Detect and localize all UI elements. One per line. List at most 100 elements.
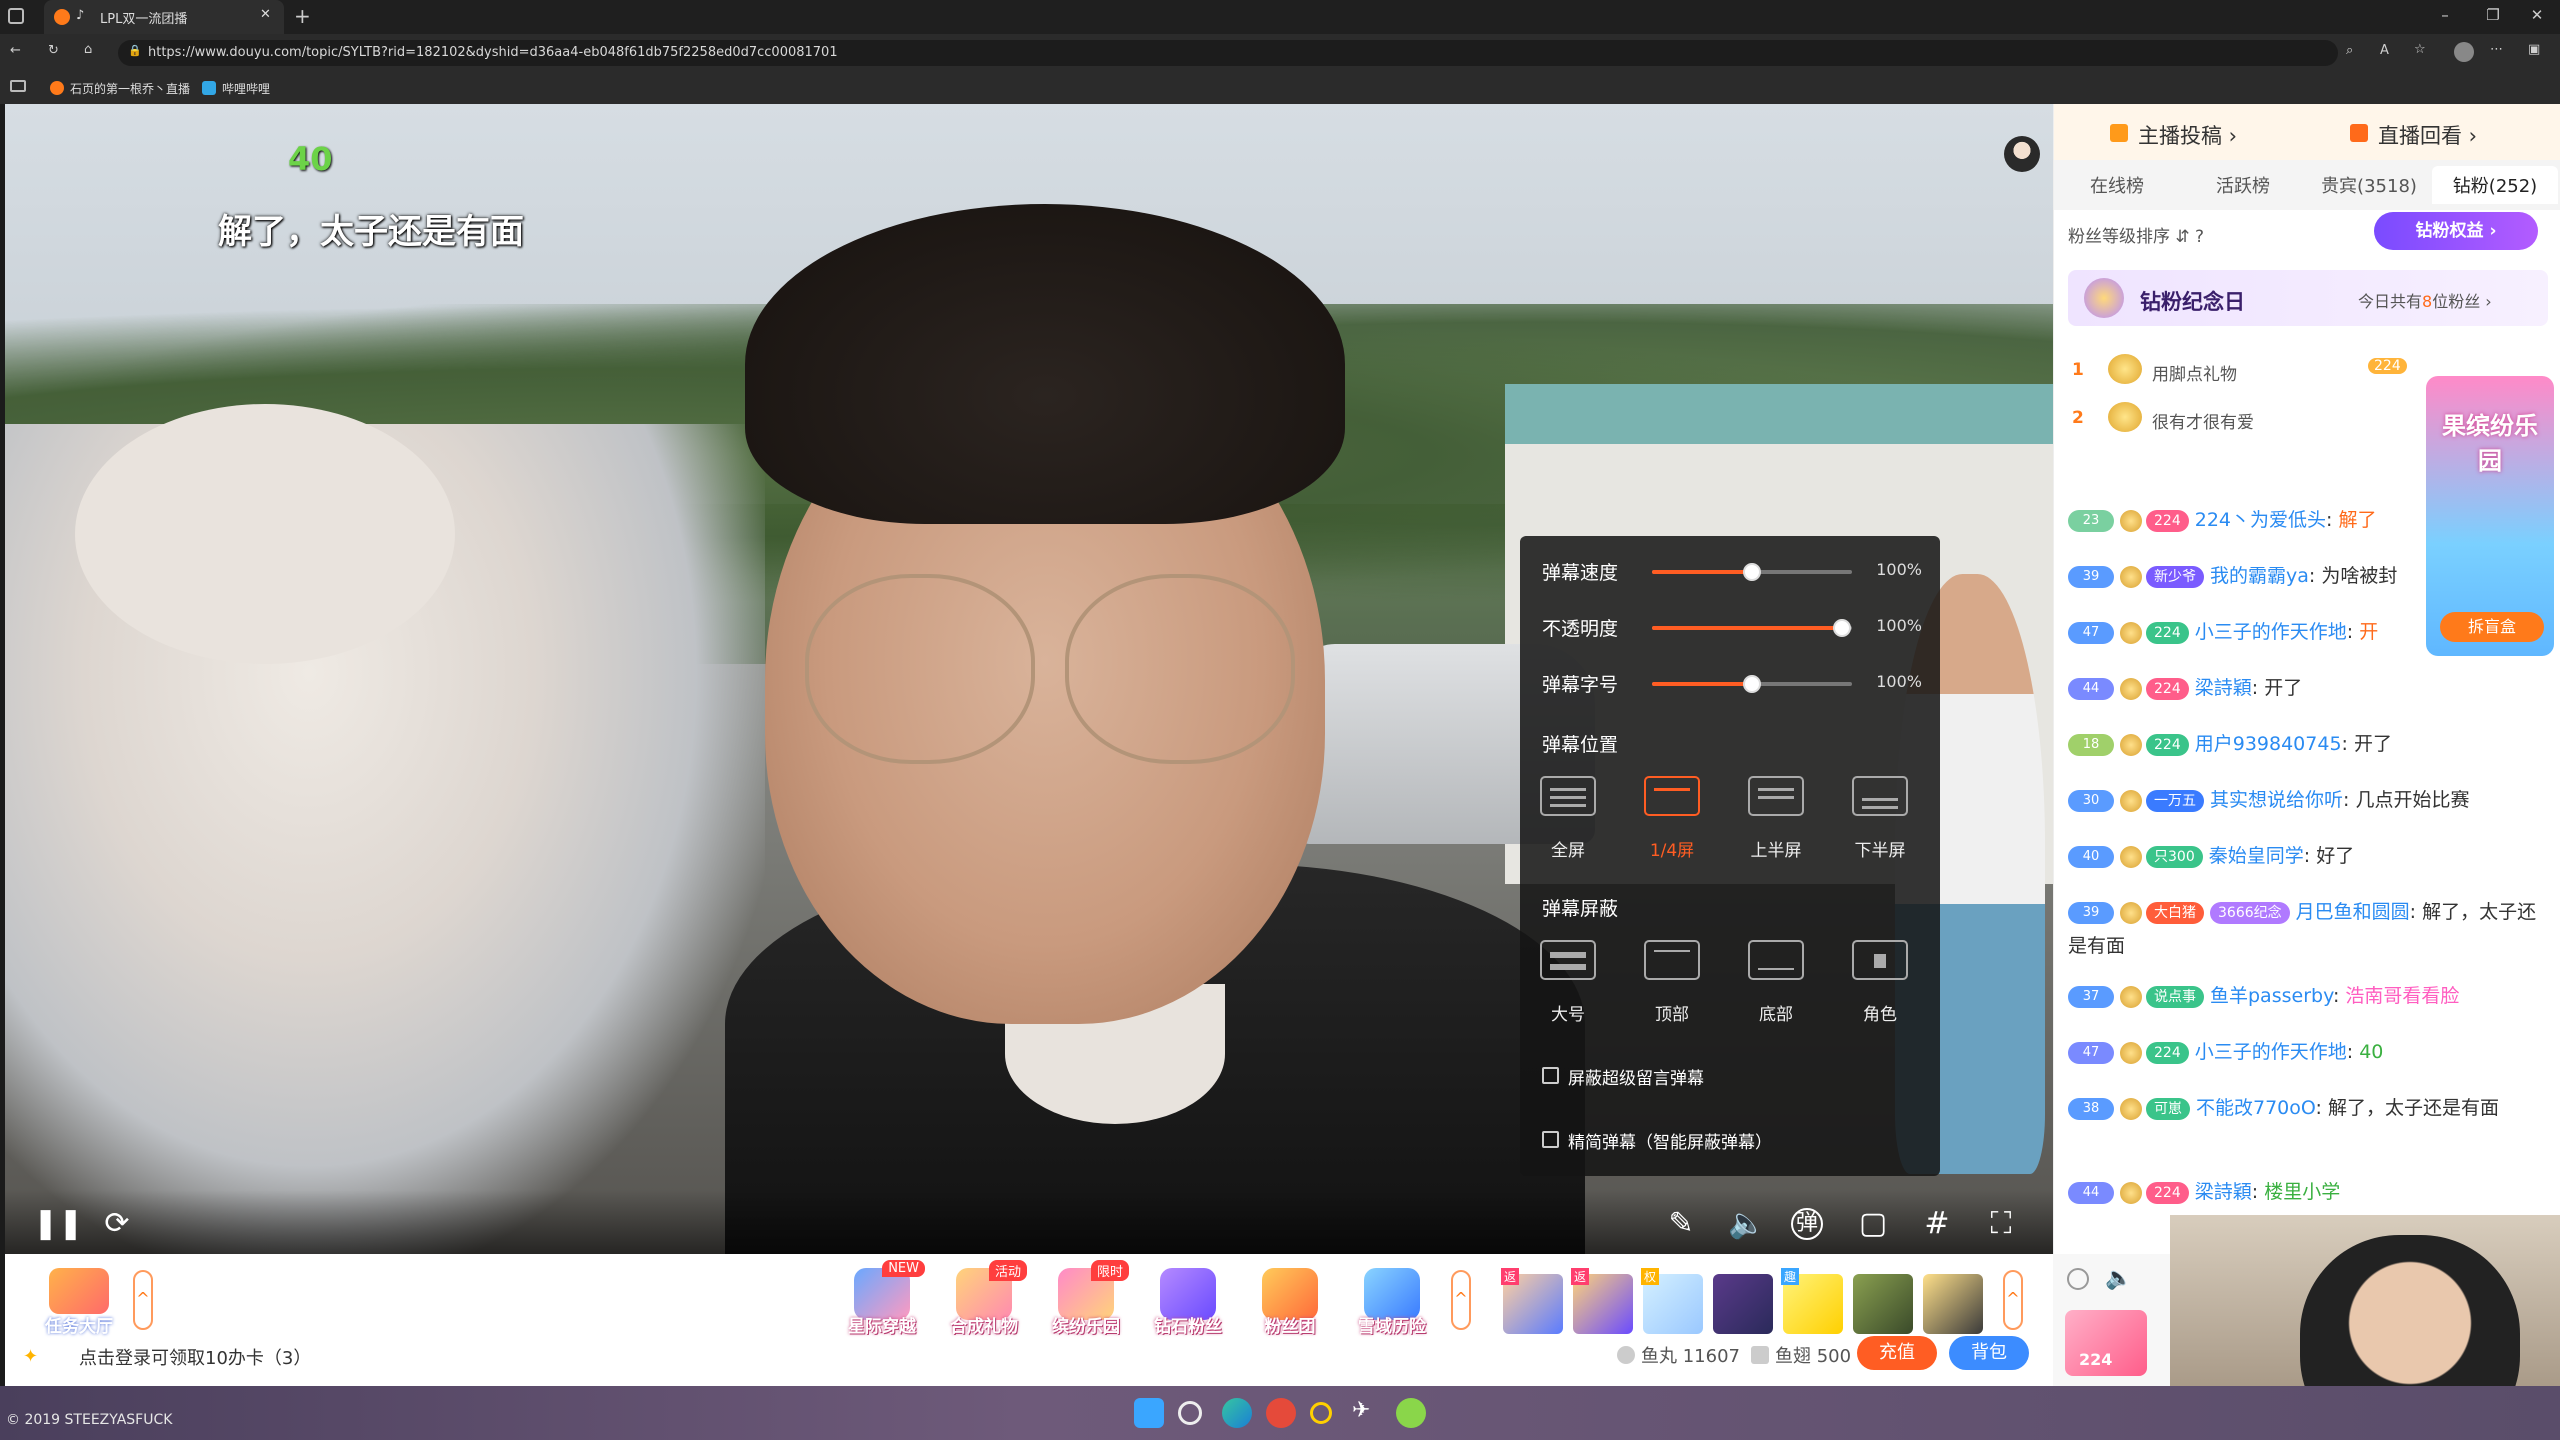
- chat-username[interactable]: 用户939840745: [2195, 733, 2342, 755]
- expand-right-icon[interactable]: ^: [2003, 1270, 2023, 1330]
- rank-row[interactable]: 1 用脚点礼物 224: [2068, 350, 2428, 390]
- home-icon[interactable]: ⌂: [84, 42, 92, 57]
- gift-fan-club[interactable]: 粉丝团: [1245, 1268, 1335, 1338]
- slider-knob[interactable]: [1743, 563, 1761, 581]
- maximize-button[interactable]: ❐: [2478, 6, 2508, 24]
- more-menu-icon[interactable]: ⋯: [2490, 42, 2503, 57]
- block-top-option[interactable]: [1644, 940, 1700, 980]
- tab-vip[interactable]: 贵宾(3518): [2306, 172, 2432, 198]
- block-super-message-checkbox[interactable]: 屏蔽超级留言弹幕: [1542, 1064, 1922, 1089]
- bag-button[interactable]: 背包: [1949, 1336, 2029, 1370]
- minimize-button[interactable]: –: [2430, 6, 2460, 24]
- start-icon[interactable]: [1134, 1398, 1164, 1428]
- search-icon[interactable]: [1178, 1401, 1202, 1425]
- slider-track[interactable]: [1652, 675, 1852, 693]
- expand-left-icon[interactable]: ^: [133, 1270, 153, 1330]
- chat-username[interactable]: 鱼羊passerby: [2210, 985, 2333, 1007]
- block-role-option[interactable]: [1852, 940, 1908, 980]
- expand-gifts-icon[interactable]: ^: [1451, 1270, 1471, 1330]
- chat-username[interactable]: 梁詩穎: [2195, 1181, 2252, 1203]
- profile-icon[interactable]: [2454, 42, 2474, 62]
- volume-icon[interactable]: 🔈: [1727, 1204, 1767, 1244]
- edit-danmaku-icon[interactable]: ✎: [1661, 1204, 1701, 1244]
- chat-message[interactable]: 44 224 梁詩穎: 楼里小学: [2068, 1175, 2552, 1209]
- gift-item-helmet[interactable]: [1923, 1274, 1983, 1334]
- position-quarter-option[interactable]: [1644, 776, 1700, 816]
- gift-diamond-fan[interactable]: 钻石粉丝: [1143, 1268, 1233, 1338]
- fullscreen-icon[interactable]: ⛶: [1981, 1204, 2021, 1244]
- position-fullscreen-option[interactable]: [1540, 776, 1596, 816]
- gift-paradise[interactable]: 缤纷乐园 限时: [1041, 1260, 1131, 1338]
- block-bottom-option[interactable]: [1748, 940, 1804, 980]
- chat-message[interactable]: 40 只300 秦始皇同学: 好了: [2068, 839, 2552, 873]
- chat-username[interactable]: 我的霸霸ya: [2210, 565, 2309, 587]
- slider-knob[interactable]: [1833, 619, 1851, 637]
- tab-close-icon[interactable]: ✕: [260, 7, 271, 22]
- grid-icon[interactable]: #: [1917, 1204, 1957, 1244]
- diamond-benefits-button[interactable]: 钻粉权益 ›: [2374, 212, 2538, 250]
- slider-track[interactable]: [1652, 619, 1852, 637]
- chat-message[interactable]: 39 大白猪 3666纪念 月巴鱼和圆圆: 解了，太子还是有面: [2068, 895, 2552, 963]
- chat-message[interactable]: 37 说点事 鱼羊passerby: 浩南哥看看脸: [2068, 979, 2552, 1013]
- checkbox-box[interactable]: [1542, 1067, 1559, 1084]
- chat-message[interactable]: 44 224 梁詩穎: 开了: [2068, 671, 2552, 705]
- danmaku-toggle-icon[interactable]: 弹: [1791, 1208, 1823, 1240]
- replay-link[interactable]: 直播回看 ›: [2378, 120, 2477, 150]
- tab-active[interactable]: 活跃榜: [2180, 172, 2306, 198]
- simplify-danmaku-checkbox[interactable]: 精简弹幕（智能屏蔽弹幕）: [1542, 1128, 1922, 1153]
- task-hall-button[interactable]: 任务大厅: [29, 1268, 129, 1338]
- zoom-icon[interactable]: ⌕: [2346, 43, 2353, 58]
- audio-icon[interactable]: ♪: [76, 8, 84, 23]
- refresh-stream-icon[interactable]: ⟳: [97, 1204, 137, 1244]
- pause-icon[interactable]: ❚❚: [33, 1204, 83, 1244]
- app-icon-red[interactable]: [1266, 1398, 1296, 1428]
- read-aloud-icon[interactable]: A: [2380, 43, 2389, 58]
- window-mode-icon[interactable]: ▢: [1853, 1204, 1893, 1244]
- gift-snow-adventure[interactable]: 雪域历险: [1347, 1268, 1437, 1338]
- position-bottom-half-option[interactable]: [1852, 776, 1908, 816]
- chat-username[interactable]: 秦始皇同学: [2209, 845, 2304, 867]
- gift-item-medal[interactable]: [1853, 1274, 1913, 1334]
- chat-username[interactable]: 梁詩穎: [2195, 677, 2252, 699]
- block-large-option[interactable]: [1540, 940, 1596, 980]
- fan-rank-sort[interactable]: 粉丝等级排序 ⇵ ?: [2068, 222, 2204, 247]
- chat-username[interactable]: 月巴鱼和圆圆: [2296, 901, 2410, 923]
- new-tab-button[interactable]: +: [294, 4, 311, 28]
- app-icon-green[interactable]: [1396, 1398, 1426, 1428]
- tab-diamond-fans[interactable]: 钻粉(252): [2432, 166, 2558, 204]
- app-icon-plane[interactable]: ✈: [1352, 1398, 1382, 1428]
- gift-interstellar[interactable]: 星际穿越 NEW: [837, 1260, 927, 1338]
- chat-message[interactable]: 47 224 小三子的作天作地: 40: [2068, 1035, 2552, 1069]
- url-field[interactable]: https://www.douyu.com/topic/SYLTB?rid=18…: [118, 40, 2338, 66]
- rank-row[interactable]: 2 很有才很有爱: [2068, 398, 2428, 438]
- favorite-star-icon[interactable]: ☆: [2414, 42, 2426, 57]
- back-icon[interactable]: ←: [10, 43, 21, 58]
- tab-online[interactable]: 在线榜: [2054, 172, 2180, 198]
- sound-icon[interactable]: 🔈: [2105, 1266, 2132, 1291]
- sidebar-toggle-icon[interactable]: ▣: [2528, 42, 2540, 57]
- open-blind-box-button[interactable]: 拆盲盒: [2440, 612, 2544, 642]
- checkbox-box[interactable]: [1542, 1131, 1559, 1148]
- chat-message[interactable]: 18 224 用户939840745: 开了: [2068, 727, 2552, 761]
- slider-knob[interactable]: [1743, 675, 1761, 693]
- close-window-button[interactable]: ✕: [2522, 6, 2552, 24]
- chat-username[interactable]: 不能改770oO: [2196, 1097, 2316, 1119]
- slider-track[interactable]: [1652, 563, 1852, 581]
- chat-message[interactable]: 38 可崽 不能改770oO: 解了，太子还是有面: [2068, 1091, 2552, 1125]
- favorite-link-1[interactable]: 石页的第一根乔丶直播: [70, 80, 190, 97]
- gift-item-card[interactable]: [1713, 1274, 1773, 1334]
- chat-username[interactable]: 224丶为爱低头: [2195, 509, 2326, 531]
- chat-username[interactable]: 小三子的作天作地: [2195, 1041, 2347, 1063]
- chat-username[interactable]: 小三子的作天作地: [2195, 621, 2347, 643]
- slider-opacity[interactable]: 不透明度 100%: [1542, 612, 1922, 642]
- edge-browser-icon[interactable]: [1222, 1398, 1252, 1428]
- position-top-half-option[interactable]: [1748, 776, 1804, 816]
- app-icon-circle[interactable]: [1310, 1402, 1332, 1424]
- slider-font-size[interactable]: 弹幕字号 100%: [1542, 668, 1922, 698]
- window-menu-icon[interactable]: [8, 8, 24, 24]
- refresh-icon[interactable]: ↻: [48, 43, 59, 58]
- streamer-avatar[interactable]: [2004, 136, 2040, 172]
- emoji-icon[interactable]: [2067, 1268, 2089, 1290]
- reading-list-icon[interactable]: [10, 80, 26, 92]
- slider-speed[interactable]: 弹幕速度 100%: [1542, 556, 1922, 586]
